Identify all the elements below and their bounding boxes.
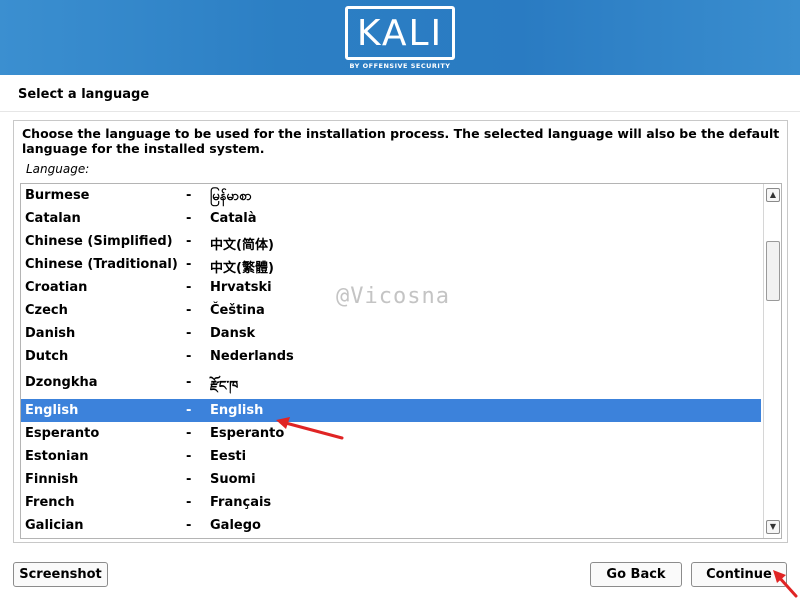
language-name: Galician: [25, 518, 84, 533]
language-separator: -: [186, 375, 192, 390]
language-option[interactable]: English - English: [21, 399, 761, 422]
language-option[interactable]: Finnish - Suomi: [21, 468, 761, 491]
language-option[interactable]: Chinese (Simplified) - 中文(简体): [21, 230, 761, 253]
page-title: Select a language: [18, 87, 150, 102]
scrollbar-thumb[interactable]: [766, 241, 780, 301]
language-name: Dzongkha: [25, 375, 98, 390]
language-separator: -: [186, 326, 192, 341]
language-native-name: Esperanto: [210, 426, 285, 441]
language-list-items: Burmese - မြန်မာစာ Catalan - Català Chinese (S…: [21, 184, 761, 537]
language-name: Croatian: [25, 280, 88, 295]
language-native-name: Eesti: [210, 449, 247, 464]
language-option[interactable]: Danish - Dansk: [21, 322, 761, 345]
language-option[interactable]: Chinese (Traditional) - 中文(繁體): [21, 253, 761, 276]
language-option[interactable]: Dutch - Nederlands: [21, 345, 761, 368]
language-native-name: 中文(简体): [210, 238, 274, 253]
language-option[interactable]: French - Français: [21, 491, 761, 514]
language-separator: -: [186, 472, 192, 487]
language-separator: -: [186, 495, 192, 510]
language-name: Burmese: [25, 188, 90, 203]
language-option[interactable]: Dzongkha - རྫོང་ཁ: [21, 368, 761, 399]
scroll-down-icon[interactable]: ▼: [766, 520, 780, 534]
language-separator: -: [186, 426, 192, 441]
language-separator: -: [186, 303, 192, 318]
language-option[interactable]: Esperanto - Esperanto: [21, 422, 761, 445]
header-banner: KALI BY OFFENSIVE SECURITY: [0, 0, 800, 75]
language-separator: -: [186, 403, 192, 418]
language-separator: -: [186, 211, 192, 226]
language-name: Finnish: [25, 472, 79, 487]
language-separator: -: [186, 257, 192, 272]
instructions-text: Choose the language to be used for the i…: [22, 126, 780, 156]
language-native-name: Čeština: [210, 303, 265, 318]
language-separator: -: [186, 280, 192, 295]
list-scrollbar[interactable]: ▲ ▼: [763, 184, 781, 538]
language-name: Esperanto: [25, 426, 100, 441]
language-list[interactable]: Burmese - မြန်မာစာ Catalan - Català Chinese (S…: [20, 183, 782, 539]
language-native-name: Galego: [210, 518, 261, 533]
language-name: Estonian: [25, 449, 89, 464]
language-option[interactable]: Estonian - Eesti: [21, 445, 761, 468]
language-option[interactable]: Burmese - မြန်မာစာ: [21, 184, 761, 207]
logo-subtitle: BY OFFENSIVE SECURITY: [349, 62, 451, 70]
language-native-name: Français: [210, 495, 272, 510]
continue-button[interactable]: Continue: [691, 562, 787, 587]
kali-logo: KALI: [345, 6, 455, 60]
language-name: Dutch: [25, 349, 69, 364]
language-native-name: Català: [210, 211, 257, 226]
language-list-label: Language:: [26, 162, 90, 176]
language-name: Danish: [25, 326, 76, 341]
screenshot-button[interactable]: Screenshot: [13, 562, 108, 587]
language-name: Catalan: [25, 211, 81, 226]
language-separator: -: [186, 449, 192, 464]
language-native-name: Nederlands: [210, 349, 294, 364]
title-divider: [0, 111, 800, 112]
language-name: French: [25, 495, 75, 510]
language-option[interactable]: Catalan - Català: [21, 207, 761, 230]
logo-text: KALI: [356, 13, 444, 54]
language-name: Czech: [25, 303, 68, 318]
language-separator: -: [186, 234, 192, 249]
language-native-name: 中文(繁體): [210, 261, 274, 276]
language-separator: -: [186, 349, 192, 364]
language-name: Chinese (Traditional): [25, 257, 178, 272]
language-separator: -: [186, 518, 192, 533]
language-name: English: [25, 403, 79, 418]
language-name: Chinese (Simplified): [25, 234, 173, 249]
language-native-name: Suomi: [210, 472, 256, 487]
language-separator: -: [186, 188, 192, 203]
go-back-button[interactable]: Go Back: [590, 562, 682, 587]
watermark-text: @Vicosna: [336, 284, 450, 309]
language-native-name: Dansk: [210, 326, 256, 341]
language-option[interactable]: Galician - Galego: [21, 514, 761, 537]
scroll-up-icon[interactable]: ▲: [766, 188, 780, 202]
language-native-name: English: [210, 403, 264, 418]
language-native-name: Hrvatski: [210, 280, 272, 295]
language-native-name: မြန်မာစာ: [210, 189, 252, 204]
